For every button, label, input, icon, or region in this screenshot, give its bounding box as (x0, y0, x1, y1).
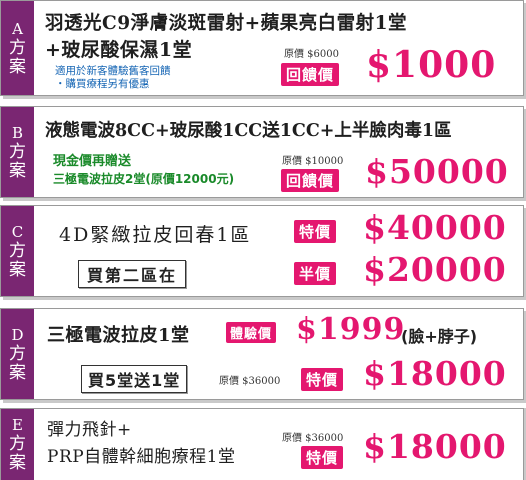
plan-c-tab-letter: C (11, 222, 24, 241)
plan-d-tab: D 方 案 (1, 309, 34, 399)
plan-a-title-line1: 羽透光C9淨膚淡斑雷射+蘋果亮白雷射1堂 (45, 13, 407, 34)
plan-b-card: B 方 案 液態電波8CC+玻尿酸1CC送1CC+上半臉肉毒1區 現金價再贈送 … (0, 106, 524, 198)
plan-a-tab: A 方 案 (1, 1, 34, 95)
plan-b-tab-word-2: 案 (9, 160, 26, 181)
plan-d-title: 三極電波拉皮1堂 (47, 325, 190, 346)
plan-d-price-trial: $1999 (296, 312, 406, 347)
plan-d-tab-word-2: 案 (9, 362, 26, 383)
plan-e-card: E 方 案 彈力飛針+ PRP自體幹細胞療程1堂 原價 $36000 特價 $1… (0, 408, 524, 480)
plan-a-note-line1: 適用於新客體驗舊客回饋 (55, 65, 171, 77)
plan-e-title-line1: 彈力飛針+ (47, 420, 132, 440)
plan-e-title-line2: PRP自體幹細胞療程1堂 (47, 447, 236, 467)
plan-c-second-area-box: 買第二區在 (78, 260, 187, 288)
plan-e-tab: E 方 案 (1, 409, 34, 480)
plan-a-original-price: 原價 $6000 (284, 49, 339, 60)
plan-e-price: $18000 (363, 427, 507, 466)
plan-a-badge: 回饋價 (281, 63, 340, 86)
plan-d-tab-word-1: 方 (9, 343, 26, 364)
plan-d-badge-special: 特價 (301, 368, 344, 391)
plan-c-tab-word-1: 方 (9, 240, 26, 261)
plan-e-original-price: 原價 $36000 (282, 433, 344, 444)
plan-d-original-price: 原價 $36000 (219, 376, 281, 387)
plan-d-extra: (臉+脖子) (401, 327, 478, 346)
plan-b-note-line2: 三極電波拉皮2堂(原價12000元) (53, 172, 235, 186)
plan-a-price: $1000 (366, 44, 497, 86)
plan-b-price: $50000 (365, 152, 509, 191)
plan-c-badge-half: 半價 (294, 262, 337, 285)
plan-d-buy5-box: 買5堂送1堂 (81, 365, 188, 393)
plan-a-tab-word-1: 方 (9, 37, 26, 58)
plan-a-title-line2: +玻尿酸保濕1堂 (45, 39, 193, 61)
plan-d-tab-letter: D (11, 325, 24, 344)
plan-a-note-line2: ・購買療程另有優惠 (55, 78, 150, 90)
plan-e-tab-letter: E (12, 416, 23, 434)
plan-d-badge-trial: 體驗價 (226, 322, 277, 343)
plan-b-tab-word-1: 方 (9, 141, 26, 162)
plan-b-tab: B 方 案 (1, 107, 34, 197)
plan-e-tab-word-2: 案 (9, 453, 26, 473)
plan-b-badge: 回饋價 (281, 169, 340, 192)
plan-b-note-line1: 現金價再贈送 (53, 154, 132, 169)
plan-b-original-price: 原價 $10000 (282, 156, 344, 167)
plan-e-tab-word-1: 方 (9, 434, 26, 454)
plan-b-title: 液態電波8CC+玻尿酸1CC送1CC+上半臉肉毒1區 (45, 121, 452, 141)
plan-b-tab-letter: B (11, 123, 24, 142)
plan-c-card: C 方 案 4D緊緻拉皮回春1區 特價 $40000 買第二區在 半價 $200… (0, 205, 524, 297)
plan-a-card: A 方 案 羽透光C9淨膚淡斑雷射+蘋果亮白雷射1堂 +玻尿酸保濕1堂 適用於新… (0, 0, 524, 96)
plan-e-badge: 特價 (301, 446, 344, 469)
plan-c-price-half: $20000 (363, 250, 507, 289)
plan-c-title: 4D緊緻拉皮回春1區 (59, 224, 252, 246)
plan-a-tab-word-2: 案 (9, 56, 26, 77)
plan-c-price-special: $40000 (363, 208, 507, 247)
plan-c-tab: C 方 案 (1, 206, 34, 296)
plan-c-tab-word-2: 案 (9, 259, 26, 280)
plan-a-tab-letter: A (12, 19, 23, 38)
plan-d-price-special: $18000 (363, 354, 507, 393)
plan-c-badge-special: 特價 (294, 220, 337, 243)
plan-d-card: D 方 案 三極電波拉皮1堂 體驗價 $1999 (臉+脖子) 買5堂送1堂 原… (0, 308, 524, 400)
